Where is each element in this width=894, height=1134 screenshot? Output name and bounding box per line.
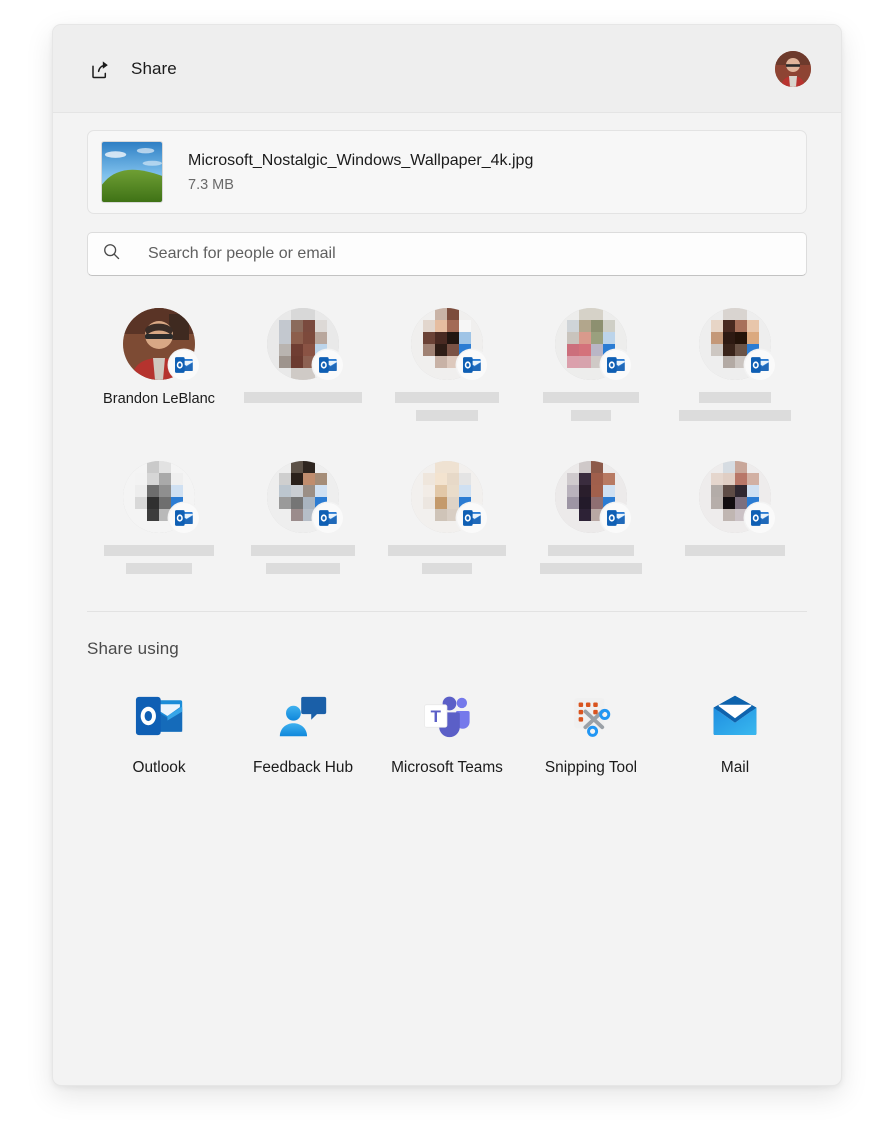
dialog-title: Share (131, 59, 177, 79)
contact-item[interactable] (375, 302, 519, 447)
contact-name-redacted (387, 545, 507, 581)
snipping-tool-icon (564, 689, 618, 743)
screen: Share (0, 0, 894, 1134)
contact-name-redacted (675, 545, 795, 563)
outlook-icon (745, 350, 775, 380)
contact-name-redacted (243, 545, 363, 581)
shared-file-card[interactable]: Microsoft_Nostalgic_Windows_Wallpaper_4k… (87, 130, 807, 214)
search-people-box[interactable] (87, 232, 807, 276)
outlook-icon (457, 503, 487, 533)
contact-avatar-wrap (123, 461, 195, 533)
contact-item[interactable] (231, 455, 375, 600)
dialog-body: Microsoft_Nostalgic_Windows_Wallpaper_4k… (53, 130, 841, 778)
contact-item[interactable]: Brandon LeBlanc (87, 302, 231, 447)
contact-name: Brandon LeBlanc (103, 390, 215, 409)
contact-avatar-wrap (411, 308, 483, 380)
contact-item[interactable] (231, 302, 375, 447)
contact-name-redacted (99, 545, 219, 581)
outlook-icon (169, 503, 199, 533)
contact-avatar-wrap (267, 461, 339, 533)
contact-name-redacted (531, 392, 651, 428)
app-label: Snipping Tool (545, 757, 637, 778)
app-label: Microsoft Teams (391, 757, 503, 778)
contact-item[interactable] (519, 302, 663, 447)
share-app-feedback-hub[interactable]: Feedback Hub (231, 685, 375, 778)
share-app-snipping-tool[interactable]: Snipping Tool (519, 685, 663, 778)
share-app-microsoft-teams[interactable]: T Microsoft Teams (375, 685, 519, 778)
contact-avatar-wrap (699, 308, 771, 380)
contact-name-redacted (531, 545, 651, 581)
dialog-titlebar: Share (53, 25, 841, 113)
contact-name-redacted (387, 392, 507, 428)
contact-item[interactable] (663, 455, 807, 600)
contacts-grid: Brandon LeBlanc (87, 302, 807, 600)
contact-name-redacted (243, 392, 363, 410)
contact-name-redacted (675, 392, 795, 428)
outlook-icon (457, 350, 487, 380)
titlebar-left-group: Share (89, 25, 177, 113)
share-dialog: Share (52, 24, 842, 1086)
contact-item[interactable] (519, 455, 663, 600)
file-size: 7.3 MB (188, 177, 533, 193)
outlook-icon (313, 503, 343, 533)
svg-text:T: T (431, 707, 442, 726)
app-label: Feedback Hub (253, 757, 353, 778)
contact-item[interactable] (87, 455, 231, 600)
share-app-outlook[interactable]: Outlook (87, 685, 231, 778)
app-label: Mail (721, 757, 749, 778)
file-thumbnail (101, 141, 163, 203)
outlook-icon (132, 689, 186, 743)
contact-avatar-wrap (555, 308, 627, 380)
outlook-icon (601, 350, 631, 380)
microsoft-teams-icon: T (420, 689, 474, 743)
section-divider (87, 611, 807, 612)
contact-avatar-wrap (555, 461, 627, 533)
file-info: Microsoft_Nostalgic_Windows_Wallpaper_4k… (188, 151, 533, 193)
search-input[interactable] (146, 244, 792, 264)
share-icon (89, 57, 113, 81)
outlook-icon (601, 503, 631, 533)
share-using-apps: Outlook (87, 685, 807, 778)
share-using-heading: Share using (87, 639, 807, 659)
search-icon (102, 242, 121, 266)
mail-icon (708, 689, 762, 743)
app-label: Outlook (132, 757, 185, 778)
outlook-icon (313, 350, 343, 380)
outlook-icon (745, 503, 775, 533)
outlook-icon (169, 350, 199, 380)
contact-item[interactable] (663, 302, 807, 447)
account-avatar[interactable] (775, 51, 811, 87)
contact-avatar-wrap (123, 308, 195, 380)
contact-avatar-wrap (699, 461, 771, 533)
file-name: Microsoft_Nostalgic_Windows_Wallpaper_4k… (188, 151, 533, 171)
contact-item[interactable] (375, 455, 519, 600)
share-app-mail[interactable]: Mail (663, 685, 807, 778)
feedback-hub-icon (276, 689, 330, 743)
contact-avatar-wrap (411, 461, 483, 533)
contact-avatar-wrap (267, 308, 339, 380)
